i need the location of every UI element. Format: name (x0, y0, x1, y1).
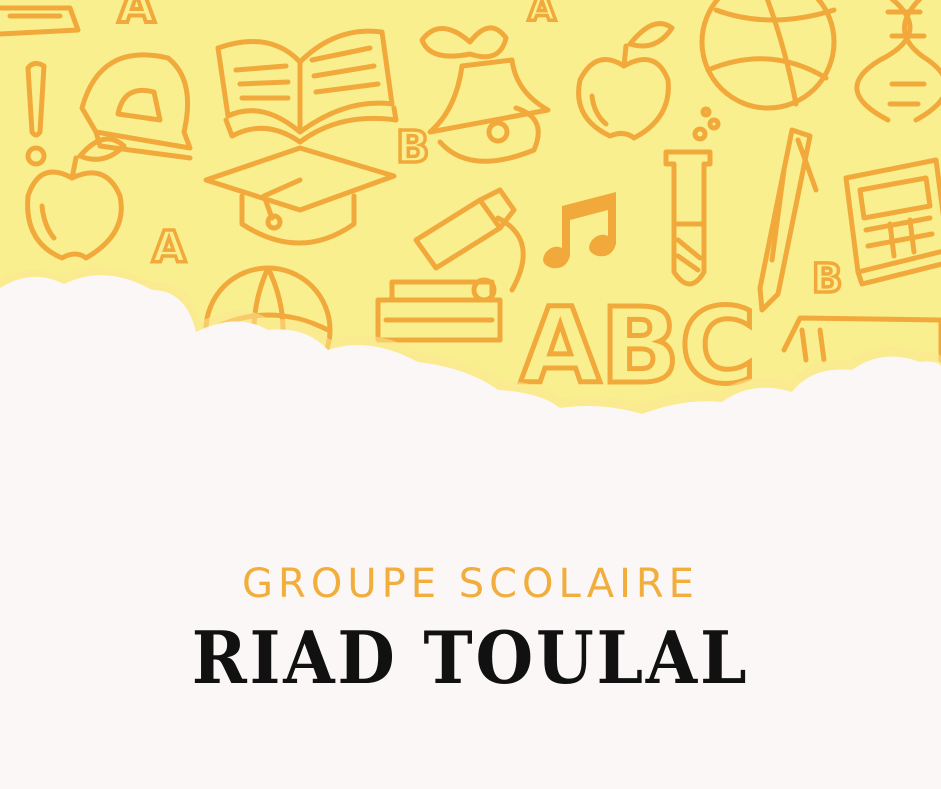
subtitle: GROUPE SCOLAIRE (242, 561, 699, 607)
poster: A A B A B ABC GROUPE SCOLAIRE RIAD TOULA… (0, 0, 941, 789)
school-name: RIAD TOULAL (191, 615, 750, 700)
title-block: GROUPE SCOLAIRE RIAD TOULAL (0, 560, 941, 698)
